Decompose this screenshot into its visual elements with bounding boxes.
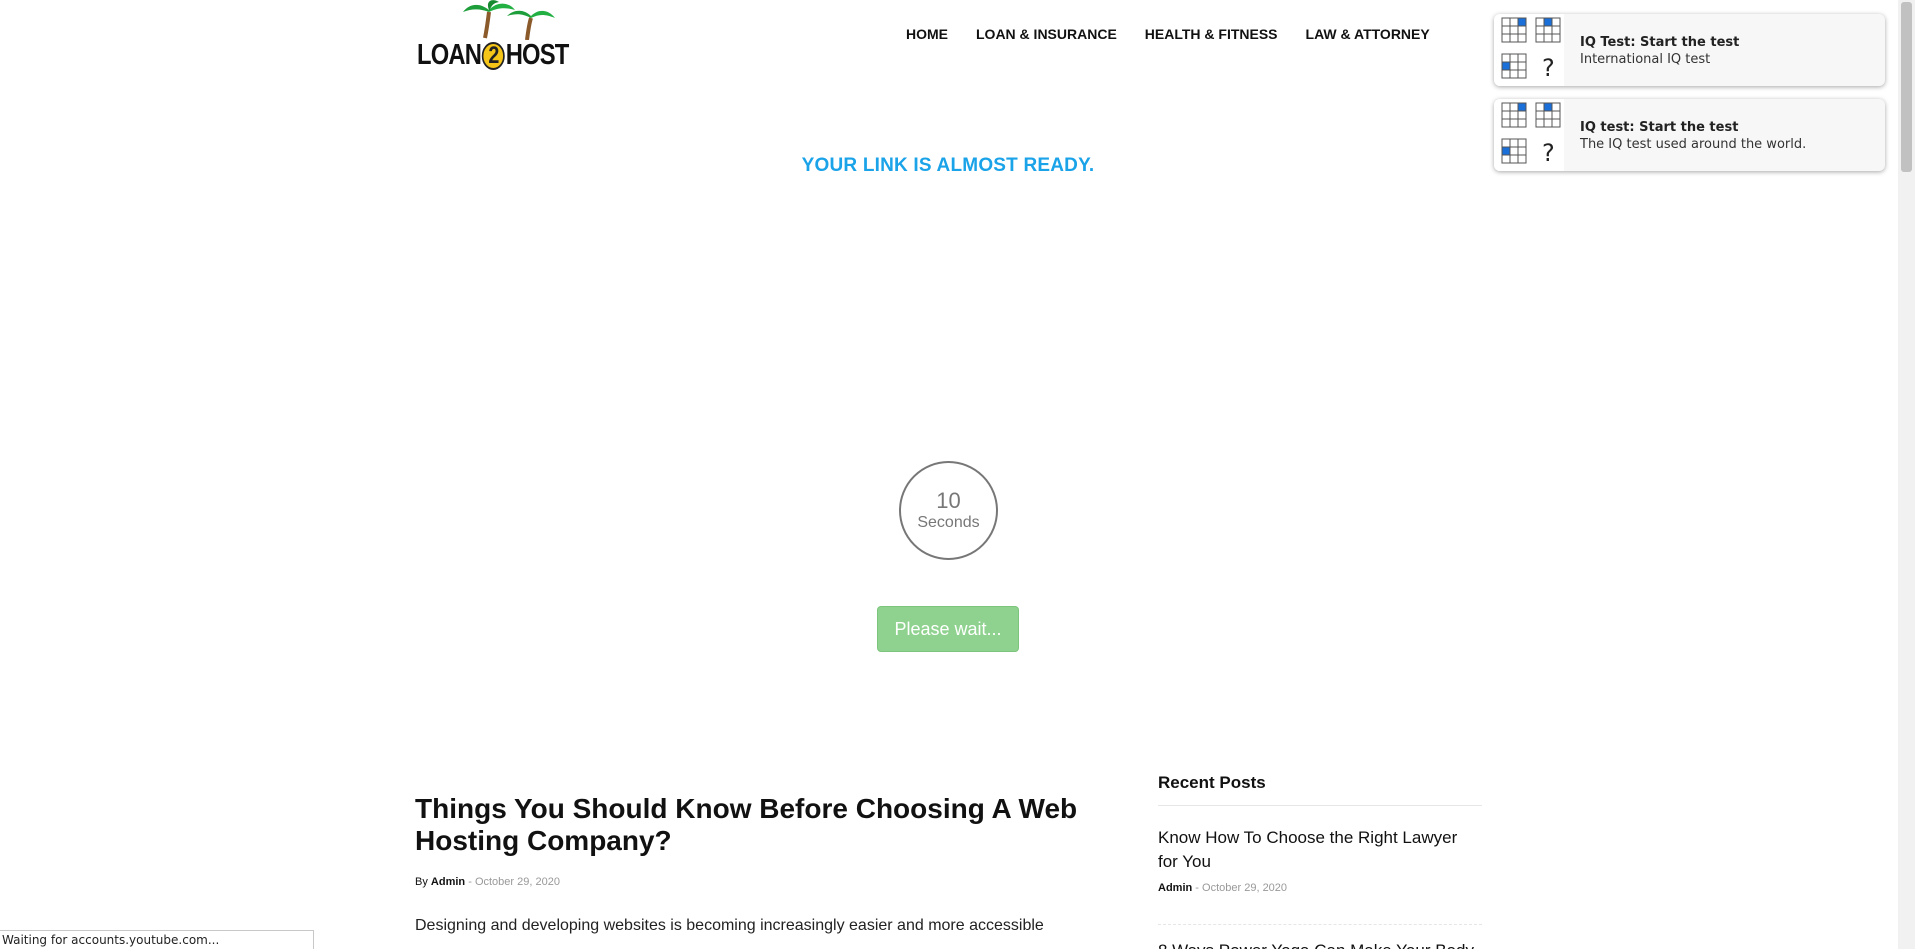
byline-date: October 29, 2020 [474, 876, 560, 888]
palm-trees-icon [463, 0, 555, 40]
recent-post-title[interactable]: Know How To Choose the Right Lawyer for … [1158, 826, 1478, 874]
svg-text:?: ? [1542, 54, 1555, 82]
byline-author[interactable]: Admin [431, 876, 465, 888]
logo-word-host: HOST [505, 39, 570, 71]
recent-post-separator: - [1195, 882, 1199, 894]
countdown-timer: 10 Seconds [899, 461, 998, 560]
link-ready-headline: YOUR LINK IS ALMOST READY. [801, 155, 1095, 176]
byline-by: By [415, 876, 428, 888]
logo-word-loan: LOAN [417, 39, 482, 71]
recent-post-date: October 29, 2020 [1202, 882, 1288, 894]
scrollbar-thumb[interactable] [1901, 2, 1912, 172]
article-byline: By Admin - October 29, 2020 [415, 876, 560, 888]
nav-law-attorney[interactable]: LAW & ATTORNEY [1306, 26, 1430, 42]
nav-home[interactable]: HOME [906, 26, 948, 42]
notification-title: IQ test: Start the test [1580, 120, 1739, 135]
logo-digit-two: 2 [481, 42, 505, 70]
recent-posts-heading: Recent Posts [1158, 773, 1482, 806]
notification-title: IQ Test: Start the test [1580, 35, 1740, 50]
site-logo[interactable]: LOAN 2 HOST [417, 0, 592, 72]
iq-test-notification-1[interactable]: ? IQ Test: Start the test International … [1494, 14, 1885, 86]
recent-post-author[interactable]: Admin [1158, 882, 1192, 894]
countdown-unit: Seconds [917, 514, 980, 531]
post-divider [1158, 924, 1482, 925]
notification-description: International IQ test [1580, 52, 1711, 67]
byline-separator: - [468, 876, 472, 888]
please-wait-button[interactable]: Please wait... [877, 606, 1019, 652]
iq-puzzle-icon: ? [1494, 14, 1564, 86]
article-excerpt: Designing and developing websites is bec… [415, 917, 1044, 934]
nav-health-fitness[interactable]: HEALTH & FITNESS [1145, 26, 1278, 42]
countdown-value: 10 [936, 488, 961, 513]
logo-wordmark: LOAN 2 HOST [417, 39, 570, 71]
recent-post-meta: Admin - October 29, 2020 [1158, 882, 1287, 894]
article-title[interactable]: Things You Should Know Before Choosing A… [415, 793, 1115, 857]
recent-post-title[interactable]: 8 Ways Power Yoga Can Make Your Body [1158, 939, 1478, 949]
nav-loan-insurance[interactable]: LOAN & INSURANCE [976, 26, 1117, 42]
vertical-scrollbar[interactable] [1898, 0, 1915, 949]
page: LOAN 2 HOST HOME LOAN & INSURANCE HEALTH &… [0, 0, 1915, 949]
main-nav: HOME LOAN & INSURANCE HEALTH & FITNESS L… [906, 26, 1430, 42]
notification-description: The IQ test used around the world. [1580, 137, 1807, 152]
browser-status-bar: Waiting for accounts.youtube.com... [0, 930, 314, 949]
